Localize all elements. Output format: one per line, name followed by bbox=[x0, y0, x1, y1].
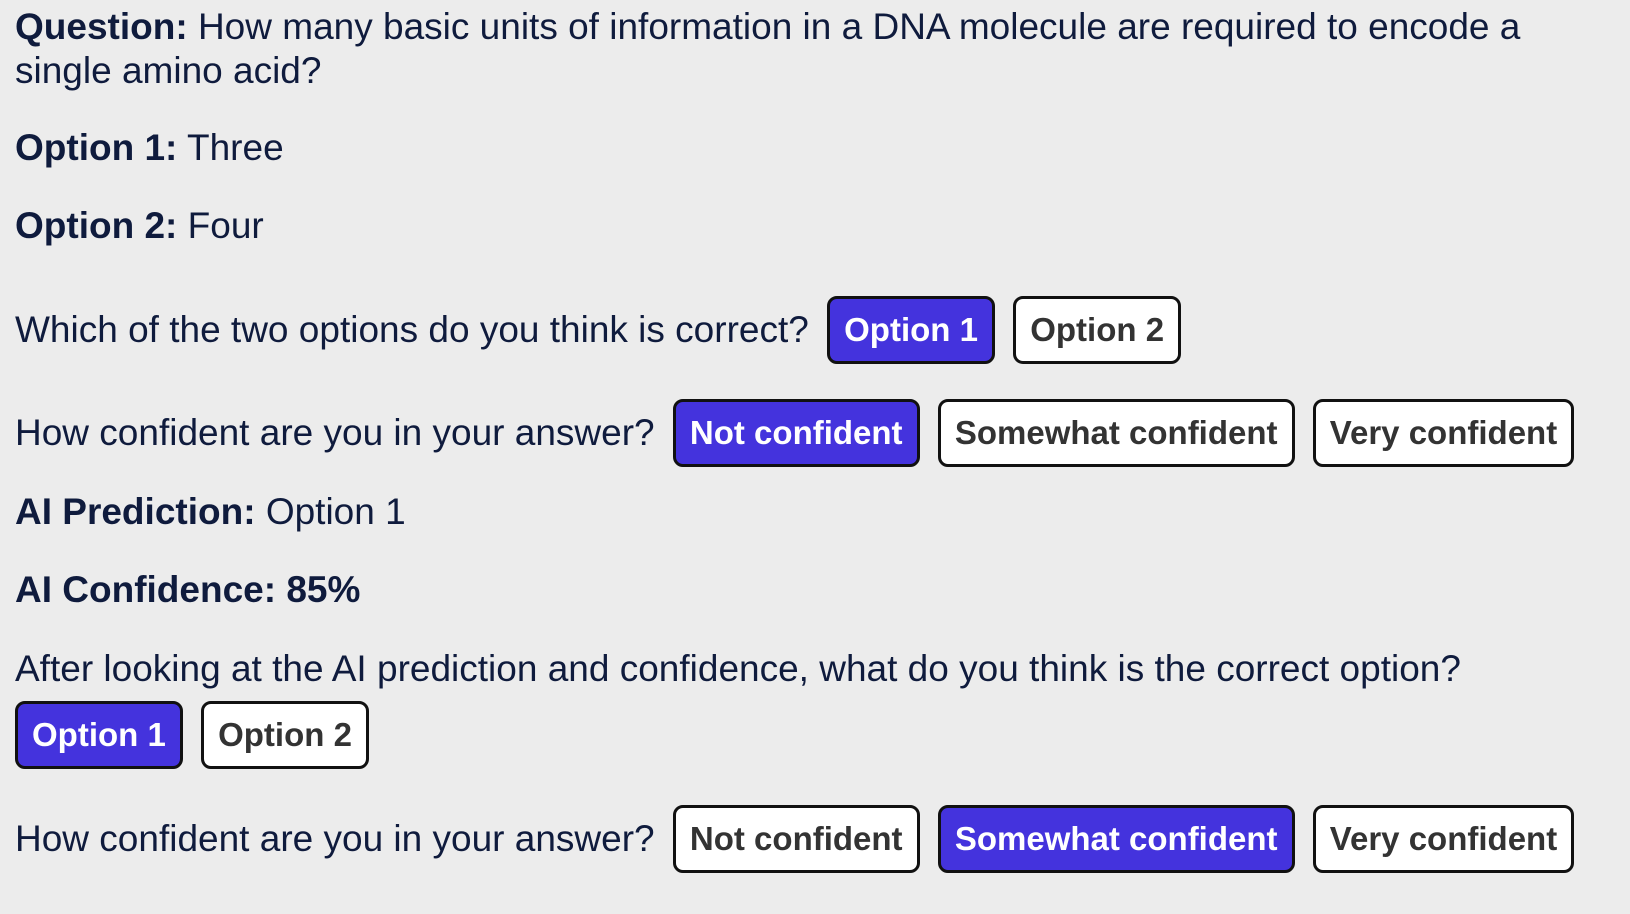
ai-confidence-value: 85% bbox=[286, 569, 361, 610]
question: Question: How many basic units of inform… bbox=[15, 5, 1590, 93]
final-somewhat-confident-button[interactable]: Somewhat confident bbox=[937, 805, 1295, 873]
ai-prediction: AI Prediction: Option 1 bbox=[15, 490, 1590, 534]
ai-confidence: AI Confidence: 85% bbox=[15, 568, 1590, 612]
initial-not-confident-button[interactable]: Not confident bbox=[672, 399, 920, 467]
initial-very-confident-button[interactable]: Very confident bbox=[1312, 399, 1575, 467]
question-text: How many basic units of information in a… bbox=[15, 6, 1521, 91]
option-1-label: Option 1: bbox=[15, 127, 178, 168]
ai-confidence-label: AI Confidence: bbox=[15, 569, 277, 610]
option-1: Option 1: Three bbox=[15, 126, 1590, 170]
final-choice-prompt: After looking at the AI prediction and c… bbox=[15, 648, 1461, 689]
final-confidence-prompt: How confident are you in your answer? bbox=[15, 818, 655, 859]
ai-prediction-label: AI Prediction: bbox=[15, 491, 256, 532]
survey-page: Question: How many basic units of inform… bbox=[0, 0, 1630, 914]
option-1-text: Three bbox=[187, 127, 284, 168]
initial-choice-row: Which of the two options do you think is… bbox=[15, 296, 1590, 364]
option-2-text: Four bbox=[187, 205, 264, 246]
initial-somewhat-confident-button[interactable]: Somewhat confident bbox=[937, 399, 1295, 467]
final-option-2-button[interactable]: Option 2 bbox=[201, 701, 369, 769]
final-confidence-row: How confident are you in your answer? No… bbox=[15, 805, 1590, 873]
initial-option-1-button[interactable]: Option 1 bbox=[827, 296, 995, 364]
ai-prediction-value: Option 1 bbox=[265, 491, 406, 532]
initial-option-2-button[interactable]: Option 2 bbox=[1013, 296, 1182, 364]
initial-confidence-row: How confident are you in your answer? No… bbox=[15, 399, 1590, 467]
option-2: Option 2: Four bbox=[15, 204, 1590, 248]
final-choice-buttons: Option 1 Option 2 bbox=[15, 701, 1590, 769]
final-very-confident-button[interactable]: Very confident bbox=[1312, 805, 1575, 873]
final-not-confident-button[interactable]: Not confident bbox=[672, 805, 920, 873]
option-2-label: Option 2: bbox=[15, 205, 178, 246]
initial-confidence-prompt: How confident are you in your answer? bbox=[15, 412, 655, 453]
initial-choice-prompt: Which of the two options do you think is… bbox=[15, 309, 809, 350]
question-label: Question: bbox=[15, 6, 188, 47]
final-option-1-button[interactable]: Option 1 bbox=[15, 701, 183, 769]
